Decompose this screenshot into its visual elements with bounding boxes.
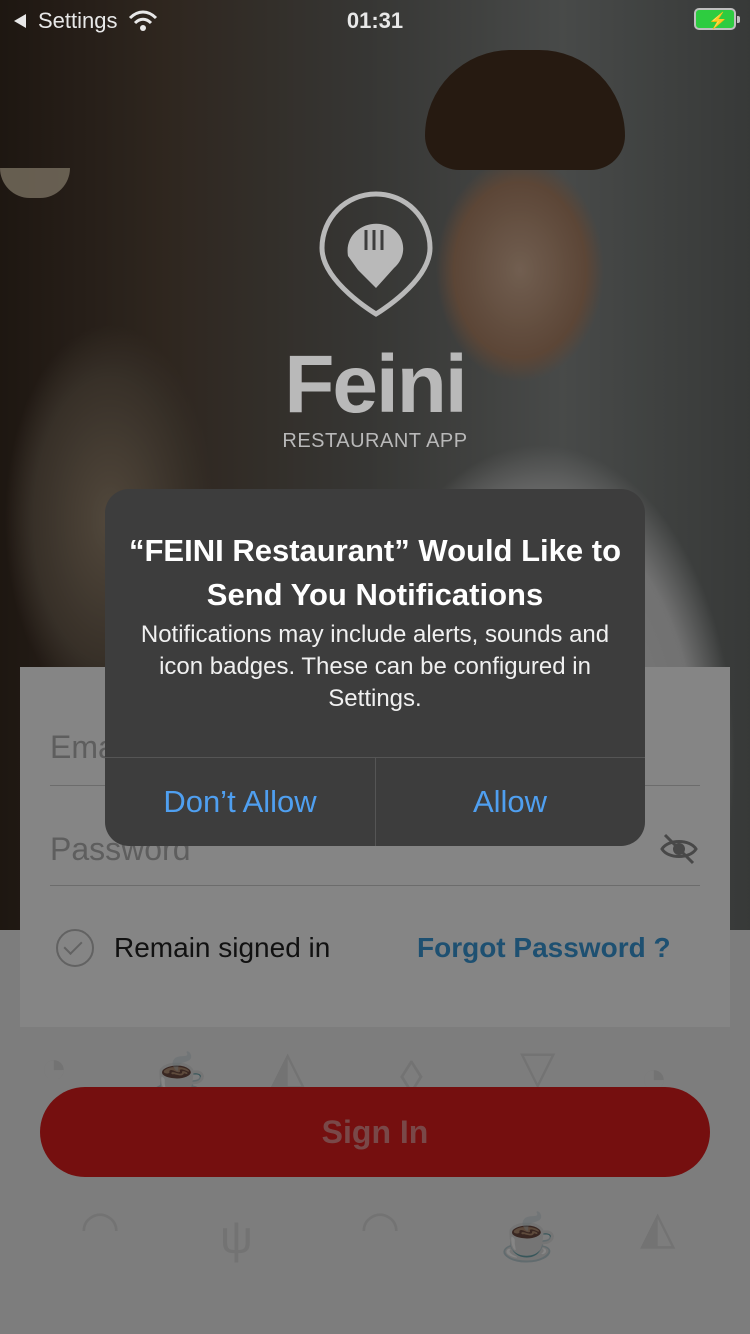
battery-charging-icon: ⚡ [694, 8, 740, 30]
dont-allow-button[interactable]: Don’t Allow [105, 757, 375, 846]
notification-permission-alert: “FEINI Restaurant” Would Like to Send Yo… [105, 489, 645, 846]
brand-subtitle: RESTAURANT APP [282, 430, 468, 452]
charging-bolt-icon: ⚡ [708, 13, 728, 30]
pin-fork-icon [319, 191, 433, 317]
brand-name: Feini [284, 339, 467, 430]
alert-message: Notifications may include alerts, sounds… [140, 621, 610, 712]
allow-button[interactable]: Allow [375, 757, 645, 846]
alert-title: “FEINI Restaurant” Would Like to Send Yo… [128, 533, 622, 612]
status-bar: Settings 01:31 ⚡ [0, 0, 750, 40]
status-time: 01:31 [346, 8, 404, 33]
